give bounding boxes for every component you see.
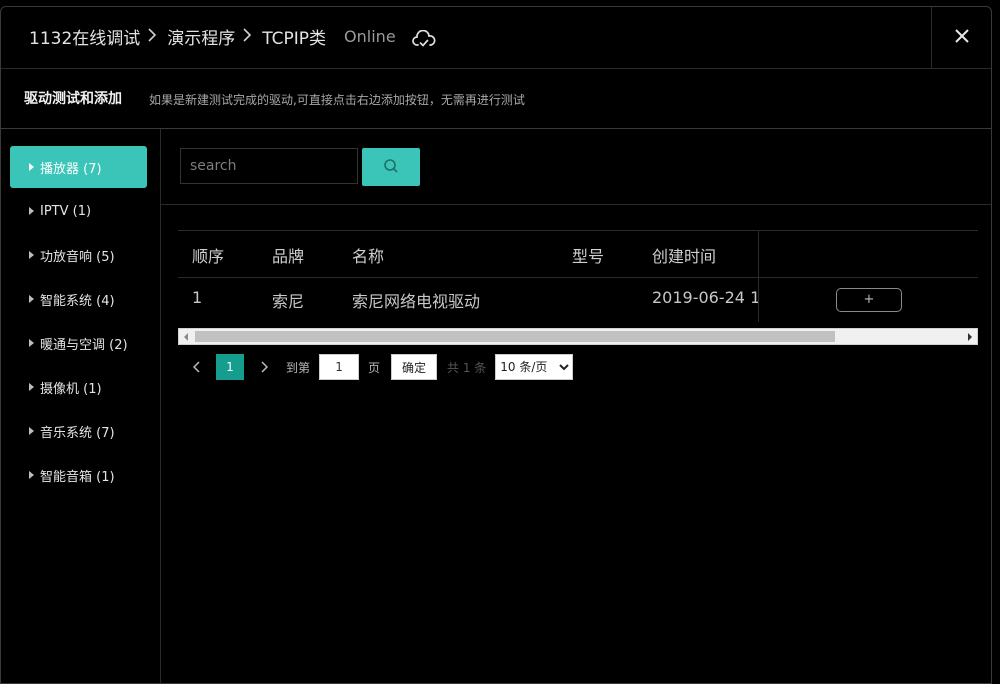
sidebar-item-camera[interactable]: 摄像机 (1) bbox=[10, 366, 147, 408]
scroll-left-icon[interactable] bbox=[184, 333, 188, 341]
breadcrumb-item-online-debug[interactable]: 1132在线调试 bbox=[29, 24, 140, 49]
column-header-action bbox=[758, 231, 978, 277]
table-header: 顺序 品牌 名称 型号 创建时间 bbox=[178, 230, 978, 278]
close-button[interactable] bbox=[931, 7, 991, 68]
caret-right-icon bbox=[29, 427, 34, 435]
goto-confirm-button[interactable]: 确定 bbox=[391, 354, 438, 380]
sidebar-item-label: 摄像机 (1) bbox=[40, 381, 102, 397]
main-panel: 顺序 品牌 名称 型号 创建时间 1 索尼 索尼网络电视驱动 2019-06-2… bbox=[161, 129, 991, 683]
cell-action: + bbox=[758, 277, 978, 322]
search-input[interactable] bbox=[180, 148, 358, 184]
sidebar-item-hvac[interactable]: 暖通与空调 (2) bbox=[10, 322, 147, 364]
caret-right-icon bbox=[29, 339, 34, 347]
sidebar-item-amplifier[interactable]: 功放音响 (5) bbox=[10, 234, 147, 276]
add-driver-button[interactable]: + bbox=[836, 288, 902, 312]
caret-right-icon bbox=[29, 295, 34, 303]
search-icon bbox=[383, 158, 399, 177]
pagination: 1 到第 页 确定 共 1 条 10 条/页 bbox=[187, 354, 574, 380]
section-header: 驱动测试和添加 如果是新建测试完成的驱动,可直接点击右边添加按钮，无需再进行测试 bbox=[1, 69, 991, 129]
sidebar-item-smart-speaker[interactable]: 智能音箱 (1) bbox=[10, 454, 147, 496]
caret-right-icon bbox=[29, 383, 34, 391]
sidebar-item-smart-system[interactable]: 智能系统 (4) bbox=[10, 278, 147, 320]
search-button[interactable] bbox=[362, 148, 420, 186]
prev-page-button[interactable] bbox=[187, 357, 207, 377]
chevron-right-icon bbox=[148, 27, 157, 47]
section-description: 如果是新建测试完成的驱动,可直接点击右边添加按钮，无需再进行测试 bbox=[149, 93, 525, 107]
close-icon bbox=[954, 28, 969, 47]
chevron-left-icon bbox=[193, 361, 200, 373]
sidebar-item-label: 智能系统 (4) bbox=[40, 293, 115, 309]
cell-index: 1 bbox=[192, 288, 203, 307]
section-title: 驱动测试和添加 bbox=[24, 91, 122, 107]
breadcrumb: 1132在线调试 演示程序 TCPIP类 Online bbox=[29, 24, 436, 49]
cell-brand: 索尼 bbox=[272, 292, 305, 311]
cell-name: 索尼网络电视驱动 bbox=[352, 292, 481, 311]
page-number-current[interactable]: 1 bbox=[216, 354, 244, 380]
sidebar-item-label: 功放音响 (5) bbox=[40, 249, 115, 265]
goto-page-input[interactable] bbox=[319, 354, 360, 380]
sidebar-item-player[interactable]: 播放器 (7) bbox=[10, 146, 147, 188]
online-status: Online bbox=[344, 27, 396, 46]
scroll-right-icon[interactable] bbox=[968, 333, 972, 341]
column-header-model: 型号 bbox=[572, 247, 605, 266]
cloud-check-icon[interactable] bbox=[411, 29, 436, 50]
goto-label: 到第 bbox=[286, 360, 311, 375]
sidebar-item-iptv[interactable]: IPTV (1) bbox=[10, 190, 147, 232]
caret-right-icon bbox=[29, 207, 34, 215]
horizontal-scrollbar[interactable] bbox=[178, 328, 978, 345]
sidebar-item-label: 智能音箱 (1) bbox=[40, 469, 115, 485]
sidebar-item-label: IPTV (1) bbox=[40, 203, 92, 219]
modal-header: 1132在线调试 演示程序 TCPIP类 Online bbox=[1, 7, 991, 69]
caret-right-icon bbox=[29, 163, 34, 171]
sidebar-item-label: 播放器 (7) bbox=[40, 161, 102, 177]
chevron-right-icon bbox=[261, 361, 268, 373]
driver-table: 顺序 品牌 名称 型号 创建时间 1 索尼 索尼网络电视驱动 2019-06-2… bbox=[178, 230, 978, 340]
sidebar-item-music-system[interactable]: 音乐系统 (7) bbox=[10, 410, 147, 452]
sidebar-item-label: 音乐系统 (7) bbox=[40, 425, 115, 441]
breadcrumb-item-demo-program[interactable]: 演示程序 bbox=[167, 24, 235, 49]
cell-created: 2019-06-24 1 bbox=[652, 288, 761, 307]
column-header-index: 顺序 bbox=[192, 247, 225, 266]
chevron-right-icon bbox=[243, 27, 252, 47]
total-count: 共 1 条 bbox=[447, 360, 487, 375]
caret-right-icon bbox=[29, 251, 34, 259]
category-sidebar: 播放器 (7) IPTV (1) 功放音响 (5) 智能系统 (4) 暖通与空调… bbox=[1, 129, 161, 683]
search-toolbar bbox=[161, 129, 991, 205]
column-header-brand: 品牌 bbox=[272, 247, 305, 266]
page-label: 页 bbox=[368, 360, 381, 375]
driver-debug-modal: 1132在线调试 演示程序 TCPIP类 Online 驱动测试和添加 如果是新… bbox=[0, 6, 992, 684]
page-size-select[interactable]: 10 条/页 bbox=[495, 354, 574, 380]
scrollbar-thumb[interactable] bbox=[195, 331, 835, 342]
breadcrumb-item-tcpip: TCPIP类 bbox=[262, 29, 327, 49]
next-page-button[interactable] bbox=[254, 357, 274, 377]
column-header-created: 创建时间 bbox=[652, 247, 717, 266]
table-row: 1 索尼 索尼网络电视驱动 2019-06-24 1 + bbox=[178, 277, 978, 322]
sidebar-item-label: 暖通与空调 (2) bbox=[40, 337, 128, 353]
column-header-name: 名称 bbox=[352, 247, 385, 266]
caret-right-icon bbox=[29, 471, 34, 479]
